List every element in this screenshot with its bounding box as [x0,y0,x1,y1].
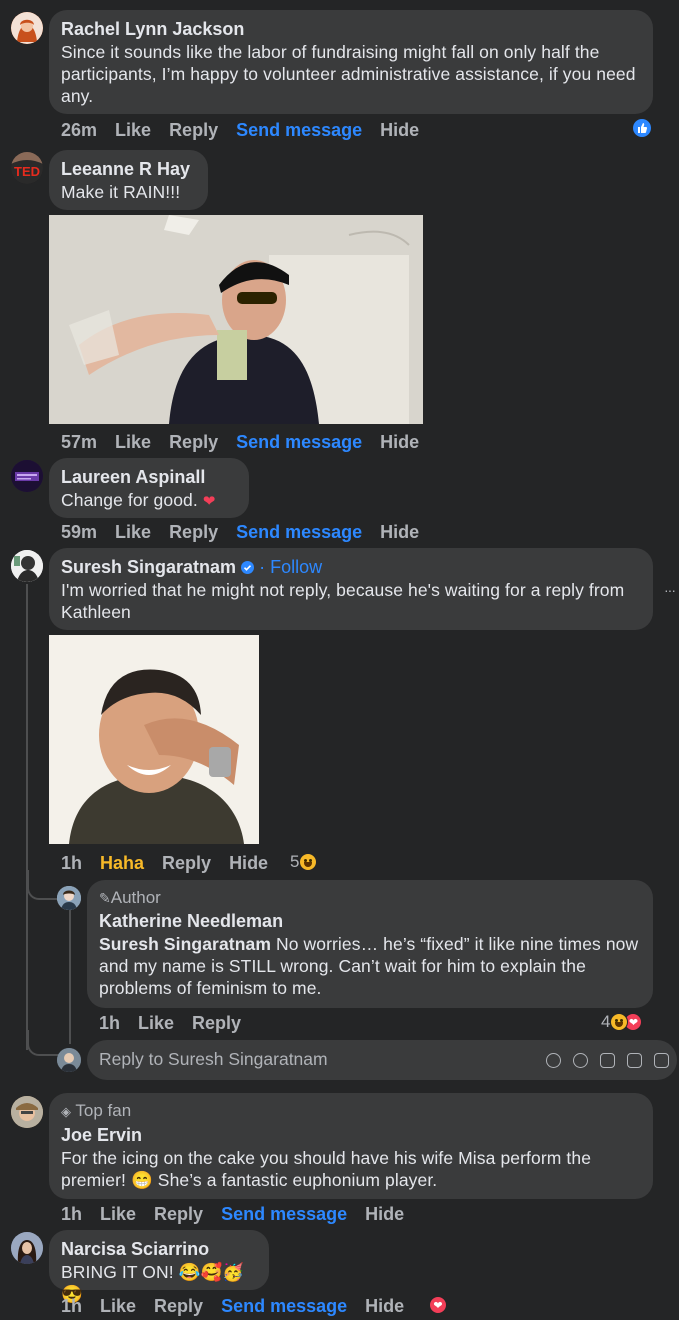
like-reaction-icon[interactable] [633,119,651,137]
top-fan-badge: Top fan [75,1101,132,1120]
like-button[interactable]: Like [115,432,151,452]
sparkling-heart-icon: ❤ [202,493,216,510]
comment-bubble: Rachel Lynn Jackson Since it sounds like… [49,10,653,114]
reaction-count: 4 [601,1012,611,1031]
comment-actions: 1h Like Reply Send message Hide [61,1202,422,1226]
avatar[interactable] [11,460,43,492]
comment-author[interactable]: Narcisa Sciarrino [61,1237,257,1261]
comment-time[interactable]: 57m [61,432,97,452]
reply-input-placeholder: Reply to Suresh Singaratnam [99,1049,328,1069]
hide-button[interactable]: Hide [229,853,268,873]
comment-text: Make it RAIN!!! [61,182,181,202]
thread-line [26,584,28,1050]
haha-icon [299,853,318,871]
reply-time[interactable]: 1h [99,1013,120,1033]
avatar[interactable] [57,1048,81,1072]
thread-line [27,1030,59,1056]
comment-bubble: Narcisa Sciarrino BRING IT ON! 😂🥰🥳😎 [49,1230,269,1304]
pencil-icon: ✎ [99,890,111,906]
comment-time[interactable]: 1h [61,1204,82,1224]
hide-button[interactable]: Hide [365,1204,404,1224]
gif-image[interactable] [49,215,423,424]
comment-bubble: Suresh Singaratnam · Follow I'm worried … [49,548,653,630]
avatar[interactable] [11,1232,43,1264]
send-message-button[interactable]: Send message [236,522,362,542]
reply-button[interactable]: Reply [192,1013,241,1033]
comment-bubble: Leeanne R Hay Make it RAIN!!! [49,150,208,210]
reply-button[interactable]: Reply [154,1204,203,1224]
comment-text: Since it sounds like the labor of fundra… [61,42,636,106]
comment-text: For the icing on the cake you should hav… [61,1148,592,1190]
reply-author[interactable]: Katherine Needleman [99,909,641,933]
follow-button[interactable]: · Follow [259,557,322,577]
more-options-icon[interactable]: ··· [664,582,676,598]
author-badge: Author [110,888,161,907]
avatar[interactable] [11,550,43,582]
avatar[interactable] [11,12,43,44]
send-message-button[interactable]: Send message [221,1296,347,1316]
send-message-button[interactable]: Send message [236,432,362,452]
comment-author[interactable]: Leeanne R Hay [61,157,196,181]
comment-text: I'm worried that he might not reply, bec… [61,580,625,622]
comment-time[interactable]: 1h [61,853,82,873]
comment-author[interactable]: Laureen Aspinall [61,465,237,489]
comment-actions: 1h Like Reply Send message Hide [61,1294,422,1318]
emoji-icon[interactable] [573,1053,588,1069]
comment-author[interactable]: Rachel Lynn Jackson [61,17,641,41]
reply-actions: 1h Like Reply [99,1011,259,1035]
comment-actions: 1h Haha Reply Hide [61,851,286,875]
like-button[interactable]: Like [115,120,151,140]
verified-badge-icon [241,561,255,574]
mention-link[interactable]: Suresh Singaratnam [99,934,271,954]
comment-actions: 26m Like Reply Send message Hide [61,118,437,142]
like-button[interactable]: Like [100,1296,136,1316]
gif-image[interactable] [49,635,259,844]
comment-actions: 57m Like Reply Send message Hide [61,430,437,454]
send-message-button[interactable]: Send message [221,1204,347,1224]
comment-time[interactable]: 26m [61,120,97,140]
sticker-icon[interactable] [654,1053,669,1069]
comment-author[interactable]: Joe Ervin [61,1123,641,1147]
comment-time[interactable]: 1h [61,1296,82,1316]
top-fan-icon: ◈ [61,1104,71,1119]
love-reaction-icon[interactable]: ❤ [429,1296,447,1314]
avatar-logo-text: TED [14,164,40,179]
gif-icon[interactable] [627,1053,642,1069]
reaction-summary[interactable]: 5 [290,852,318,872]
reply-button[interactable]: Reply [169,432,218,452]
avatar[interactable]: TED [11,152,43,184]
reply-bubble: ✎Author Katherine Needleman Suresh Singa… [87,880,653,1008]
hide-button[interactable]: Hide [380,522,419,542]
avatar-sticker-icon[interactable] [546,1053,561,1069]
comment-time[interactable]: 59m [61,522,97,542]
reply-button[interactable]: Reply [169,522,218,542]
like-button[interactable]: Like [138,1013,174,1033]
reaction-summary[interactable]: 4 ❤ [601,1012,643,1032]
reply-button[interactable]: Reply [154,1296,203,1316]
hide-button[interactable]: Hide [380,432,419,452]
comment-author[interactable]: Suresh Singaratnam [61,557,236,577]
avatar[interactable] [57,886,81,910]
thread-line [27,870,59,900]
thread-line [69,910,71,1044]
haha-reaction-button[interactable]: Haha [100,853,144,873]
hide-button[interactable]: Hide [380,120,419,140]
like-button[interactable]: Like [115,522,151,542]
comment-actions: 59m Like Reply Send message Hide [61,520,437,544]
reply-button[interactable]: Reply [169,120,218,140]
reaction-count: 5 [290,852,300,871]
comment-text: Change for good. [61,490,198,510]
camera-icon[interactable] [600,1053,615,1069]
comment-bubble: ◈ Top fan Joe Ervin For the icing on the… [49,1093,653,1199]
reply-button[interactable]: Reply [162,853,211,873]
send-message-button[interactable]: Send message [236,120,362,140]
hide-button[interactable]: Hide [365,1296,404,1316]
like-button[interactable]: Like [100,1204,136,1224]
avatar[interactable] [11,1096,43,1128]
comment-bubble: Laureen Aspinall Change for good. ❤ [49,458,249,518]
reply-input[interactable]: Reply to Suresh Singaratnam [87,1040,677,1080]
